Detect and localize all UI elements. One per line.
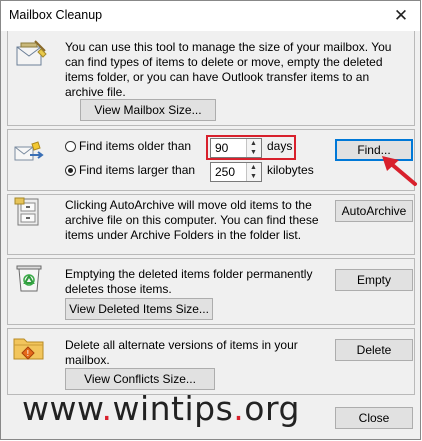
view-conflicts-size-button[interactable]: View Conflicts Size... xyxy=(65,368,215,390)
older-than-radio[interactable] xyxy=(65,141,76,152)
empty-button[interactable]: Empty xyxy=(335,269,413,291)
older-than-highlight xyxy=(206,135,296,160)
larger-than-arrows: ▲ ▼ xyxy=(246,163,261,181)
archive-cabinet-icon xyxy=(14,197,39,226)
autoarchive-description: Clicking AutoArchive will move old items… xyxy=(65,198,319,242)
recycle-bin-icon xyxy=(16,265,42,292)
larger-than-unit: kilobytes xyxy=(267,163,314,177)
watermark-prefix: www xyxy=(22,389,102,428)
dialog-title: Mailbox Cleanup xyxy=(9,8,103,22)
larger-than-spinner[interactable]: 250 ▲ ▼ xyxy=(210,162,262,182)
find-items-icon xyxy=(14,141,44,161)
spin-up-icon[interactable]: ▲ xyxy=(247,163,260,172)
spin-down-icon[interactable]: ▼ xyxy=(247,172,260,181)
mailbox-broom-icon xyxy=(16,40,47,66)
view-deleted-items-size-button[interactable]: View Deleted Items Size... xyxy=(65,298,213,320)
larger-than-label: Find items larger than xyxy=(79,163,196,177)
larger-than-value: 250 xyxy=(215,165,236,179)
autoarchive-button[interactable]: AutoArchive xyxy=(335,200,413,222)
close-icon[interactable]: ✕ xyxy=(390,5,412,27)
watermark-dot: . xyxy=(101,389,113,428)
svg-text:!: ! xyxy=(26,349,29,358)
watermark-suffix: org xyxy=(244,389,300,428)
red-arrow-icon xyxy=(382,156,417,186)
mailbox-size-description: You can use this tool to manage the size… xyxy=(65,40,392,99)
watermark-dot: . xyxy=(233,389,245,428)
watermark: www.wintips.org xyxy=(22,389,300,428)
mailbox-cleanup-dialog: Mailbox Cleanup ✕ You can use this tool … xyxy=(0,0,421,440)
title-bar: Mailbox Cleanup ✕ xyxy=(1,1,420,31)
watermark-name: wintips xyxy=(112,389,234,428)
view-mailbox-size-button[interactable]: View Mailbox Size... xyxy=(80,99,216,121)
deleted-items-description: Emptying the deleted items folder perman… xyxy=(65,267,313,296)
conflict-folder-icon: ! xyxy=(13,338,44,360)
delete-button[interactable]: Delete xyxy=(335,339,413,361)
older-than-label: Find items older than xyxy=(79,139,192,153)
larger-than-radio[interactable] xyxy=(65,165,76,176)
close-button[interactable]: Close xyxy=(335,407,413,429)
conflicts-description: Delete all alternate versions of items i… xyxy=(65,338,298,367)
